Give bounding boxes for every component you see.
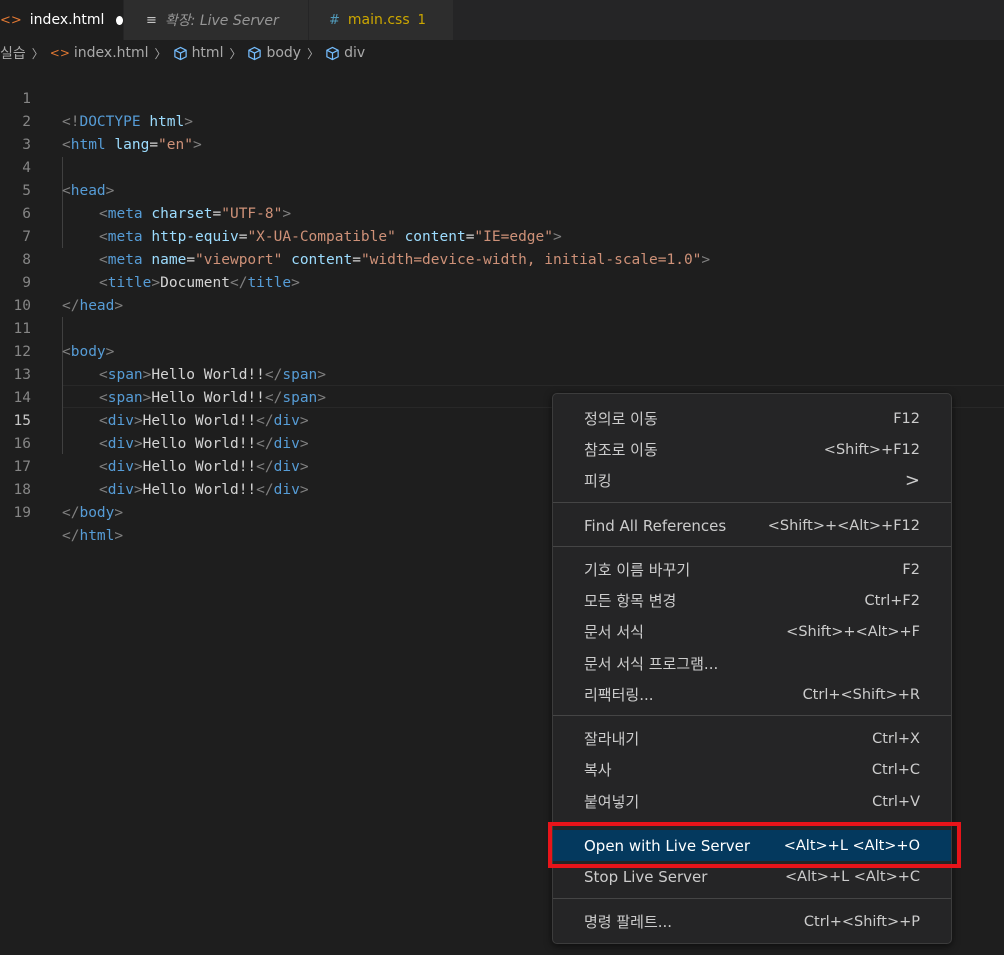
menu-item-command-palette[interactable]: 명령 팔레트... Ctrl+<Shift>+P (553, 906, 951, 937)
code-line: 12 <span>Hello World!!</span> (0, 318, 1004, 383)
code-line: 9 </head> (0, 249, 1004, 314)
menu-item-rename-symbol[interactable]: 기호 이름 바꾸기 F2 (553, 554, 951, 585)
menu-item-copy[interactable]: 복사 Ctrl+C (553, 754, 951, 785)
tab-label: 확장: Live Server (164, 13, 279, 29)
menu-item-go-to-definition[interactable]: 정의로 이동 F12 (553, 403, 951, 434)
code-line: 3 (0, 111, 1004, 153)
menu-separator (553, 546, 951, 547)
preview-icon: ≡ (146, 12, 157, 28)
menu-item-change-all-occurrences[interactable]: 모든 항목 변경 Ctrl+F2 (553, 585, 951, 616)
tab-main-css[interactable]: # main.css 1 (309, 0, 453, 40)
breadcrumb-item[interactable]: html (192, 45, 224, 61)
code-line: 11 <body> (0, 295, 1004, 360)
chevron-right-icon: > (904, 470, 920, 491)
menu-item-go-to-references[interactable]: 참조로 이동 <Shift>+F12 (553, 434, 951, 465)
tab-label: index.html (29, 12, 105, 28)
code-line: 10 (0, 272, 1004, 314)
css-file-icon: # (329, 12, 340, 28)
modified-dot-icon (116, 15, 123, 25)
problem-count-badge: 1 (417, 12, 426, 28)
menu-separator (553, 898, 951, 899)
symbol-element-icon (173, 46, 187, 60)
symbol-element-icon (248, 46, 262, 60)
code-line: 6 <meta http-equiv="X-UA-Compatible" con… (0, 180, 1004, 245)
menu-item-format-document[interactable]: 문서 서식 <Shift>+<Alt>+F (553, 616, 951, 647)
breadcrumb-item[interactable]: index.html (74, 45, 149, 61)
code-line: 5 <meta charset="UTF-8"> (0, 157, 1004, 222)
symbol-element-icon (326, 46, 339, 60)
menu-separator (553, 715, 951, 716)
code-line: 13 <span>Hello World!!</span> (0, 341, 1004, 406)
tab-index-html[interactable]: <> index.html (0, 0, 123, 40)
menu-item-peek[interactable]: 피킹 > (553, 465, 951, 496)
tab-live-server-extension[interactable]: ≡ 확장: Live Server (124, 0, 308, 40)
breadcrumb: 실습 〉 <> index.html 〉 html 〉 body 〉 div (0, 40, 365, 66)
chevron-right-icon: 〉 (307, 46, 320, 61)
code-line: 14 <div>Hello World!!</div> (0, 364, 1004, 429)
code-line: 2 <html lang="en"> (0, 88, 1004, 153)
code-line: 8 <title>Document</title> (0, 226, 1004, 291)
menu-item-paste[interactable]: 붙여넣기 Ctrl+V (553, 786, 951, 817)
code-line: 7 <meta name="viewport" content="width=d… (0, 203, 1004, 268)
html-file-icon: <> (49, 46, 70, 60)
breadcrumb-item[interactable]: div (344, 45, 365, 61)
breadcrumb-item[interactable]: body (266, 45, 301, 61)
menu-item-find-all-references[interactable]: Find All References <Shift>+<Alt>+F12 (553, 510, 951, 541)
breadcrumb-item[interactable]: 실습 (0, 43, 26, 63)
chevron-right-icon: 〉 (31, 46, 44, 61)
tab-label: main.css (347, 12, 410, 28)
chevron-right-icon: 〉 (154, 46, 167, 61)
tab-bar: <> index.html ≡ 확장: Live Server # main.c… (0, 0, 1004, 40)
code-line: 1 <!DOCTYPE html> (0, 65, 1004, 130)
menu-item-cut[interactable]: 잘라내기 Ctrl+X (553, 723, 951, 754)
menu-item-format-document-with[interactable]: 문서 서식 프로그램... (553, 648, 951, 679)
menu-separator (553, 502, 951, 503)
html-file-icon: <> (0, 12, 22, 28)
menu-item-refactor[interactable]: 리팩터링... Ctrl+<Shift>+R (553, 679, 951, 710)
highlight-annotation-box (548, 822, 961, 868)
chevron-right-icon: 〉 (229, 46, 242, 61)
code-line: 4 <head> (0, 134, 1004, 199)
line-number: 19 (13, 505, 31, 521)
